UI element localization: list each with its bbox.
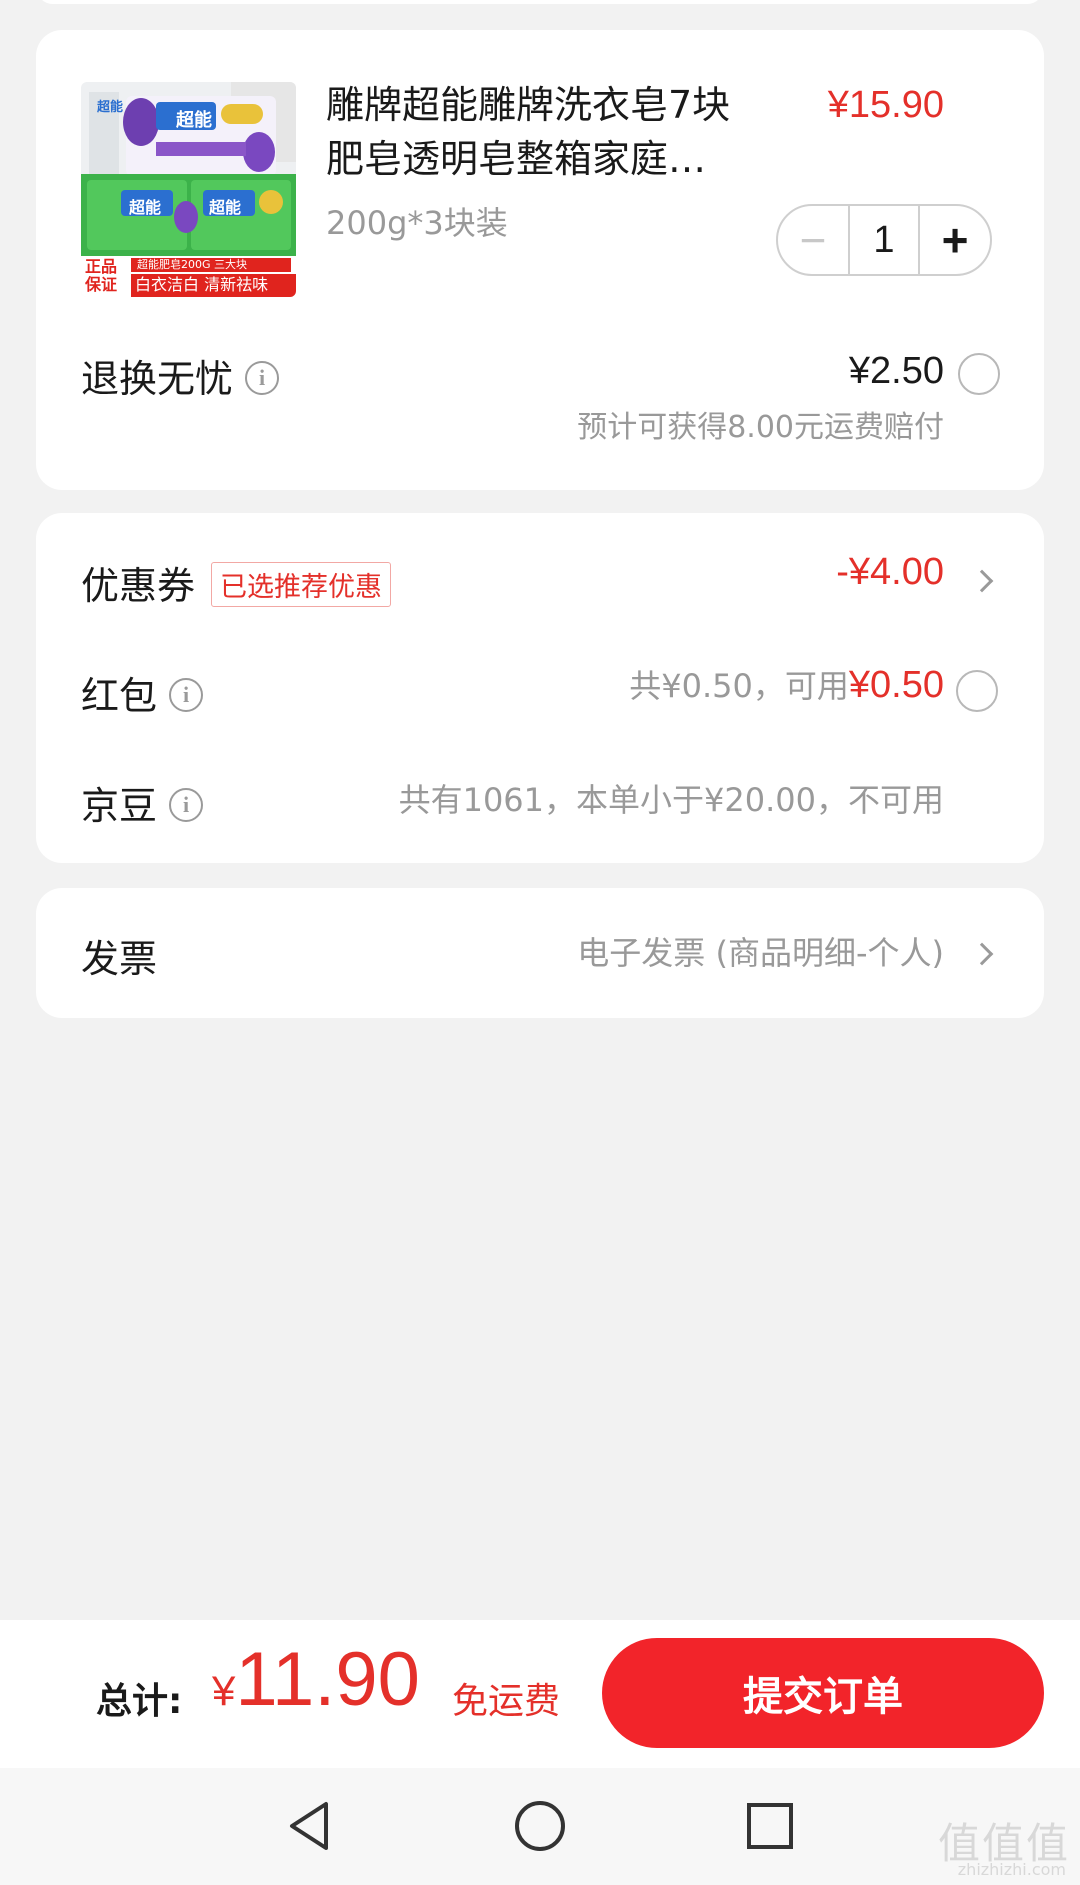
info-icon[interactable]: i bbox=[245, 360, 280, 395]
quantity-stepper: − 1 + bbox=[776, 204, 992, 276]
discount-card: 优惠券 已选推荐优惠 -¥4.00 红包 i 共¥0.50，可用¥0.50 京豆 i … bbox=[36, 513, 1044, 863]
red-packet-label: 红包 bbox=[81, 674, 158, 718]
quantity-value[interactable]: 1 bbox=[848, 206, 920, 274]
info-icon[interactable]: i bbox=[169, 787, 204, 822]
return-service-row: 退换无忧 i bbox=[81, 348, 280, 403]
return-service-label: 退换无忧 bbox=[81, 357, 234, 401]
home-circle-icon[interactable] bbox=[504, 1790, 576, 1862]
total-amount: ¥11.90 bbox=[212, 1636, 420, 1723]
image-brand-mark: 超能 bbox=[97, 100, 124, 115]
product-image[interactable]: 超能 超能 超能 超能 正品 保证 超能肥皂200G 三大块 白衣洁白 清新祛味 bbox=[81, 82, 296, 297]
invoice-value: 电子发票 (商品明细-个人) bbox=[577, 934, 944, 972]
image-brand-right: 超能 bbox=[209, 198, 242, 217]
coupon-label: 优惠券 bbox=[81, 564, 196, 608]
decrease-quantity-button[interactable]: − bbox=[778, 206, 848, 274]
product-card: 超能 超能 超能 超能 正品 保证 超能肥皂200G 三大块 白衣洁白 清新祛味… bbox=[36, 30, 1044, 490]
red-packet-row: 红包 i bbox=[81, 665, 204, 720]
chevron-right-icon[interactable] bbox=[970, 569, 994, 593]
system-nav-bar bbox=[0, 1768, 1080, 1885]
jingdou-row: 京豆 i bbox=[81, 775, 204, 830]
red-packet-radio[interactable] bbox=[956, 670, 998, 712]
increase-quantity-button[interactable]: + bbox=[920, 206, 990, 274]
product-title[interactable]: 雕牌超能雕牌洗衣皂7块 肥皂透明皂整箱家庭… bbox=[326, 78, 766, 186]
jingdou-value: 共有1061，本单小于¥20.00，不可用 bbox=[398, 781, 944, 819]
free-shipping-label: 免运费 bbox=[452, 1681, 561, 1722]
currency-symbol: ¥ bbox=[212, 1667, 236, 1714]
invoice-label: 发票 bbox=[81, 937, 158, 981]
return-service-price: ¥2.50 bbox=[848, 350, 944, 392]
previous-card bbox=[36, 0, 1044, 4]
image-brand-left: 超能 bbox=[129, 198, 162, 217]
image-brand-top: 超能 bbox=[176, 110, 212, 131]
image-badge: 正品 保证 bbox=[85, 257, 118, 294]
red-packet-value: 共¥0.50，可用¥0.50 bbox=[629, 664, 944, 706]
total-value: 11.90 bbox=[235, 1637, 420, 1722]
product-spec[interactable]: 200g*3块装 bbox=[326, 198, 508, 244]
red-packet-available: ¥0.50 bbox=[848, 664, 944, 706]
return-service-note: 预计可获得8.00元运费赔付 bbox=[577, 410, 944, 445]
invoice-card[interactable]: 发票 电子发票 (商品明细-个人) bbox=[36, 888, 1044, 1018]
coupon-recommend-tag: 已选推荐优惠 bbox=[211, 562, 392, 607]
submit-order-button[interactable]: 提交订单 bbox=[602, 1638, 1044, 1748]
total-label: 总计: bbox=[96, 1681, 183, 1722]
image-banner-bottom: 白衣洁白 清新祛味 bbox=[135, 275, 269, 294]
coupon-amount: -¥4.00 bbox=[836, 551, 944, 593]
coupon-row[interactable]: 优惠券 已选推荐优惠 bbox=[81, 555, 392, 611]
recents-square-icon[interactable] bbox=[734, 1790, 806, 1862]
return-service-radio[interactable] bbox=[958, 353, 1000, 395]
image-banner-top: 超能肥皂200G 三大块 bbox=[137, 258, 248, 271]
back-triangle-icon[interactable] bbox=[274, 1790, 346, 1862]
jingdou-label: 京豆 bbox=[81, 784, 158, 828]
checkout-bar: 总计: ¥11.90 免运费 提交订单 bbox=[0, 1620, 1080, 1768]
watermark-url: zhizhizhi.com bbox=[957, 1860, 1066, 1879]
chevron-right-icon[interactable] bbox=[970, 942, 994, 966]
product-price: ¥15.90 bbox=[827, 84, 944, 126]
info-icon[interactable]: i bbox=[169, 677, 204, 712]
